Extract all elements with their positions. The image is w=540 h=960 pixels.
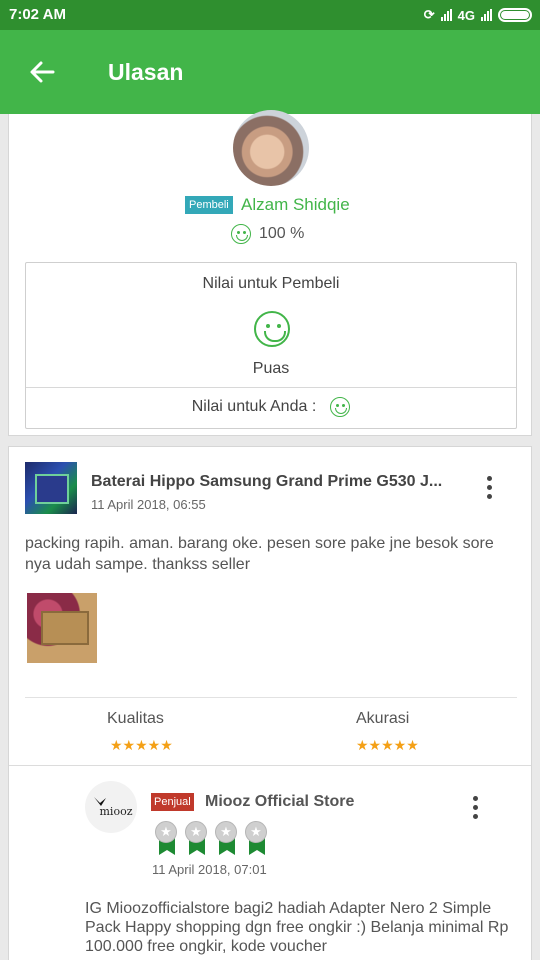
status-bar: 7:02 AM ⟳ 4G: [0, 0, 540, 30]
medal-icon: ★: [185, 821, 209, 855]
review-text: packing rapih. aman. barang oke. pesen s…: [25, 535, 494, 573]
more-vert-icon: [486, 475, 492, 481]
divider: [9, 765, 531, 766]
battery-icon: [498, 8, 532, 22]
rating-title: Nilai untuk Pembeli: [202, 275, 340, 292]
quality-label: Kualitas: [107, 710, 164, 727]
buyer-name[interactable]: Alzam Shidqie: [241, 195, 350, 215]
page-title: Ulasan: [108, 59, 184, 85]
back-button[interactable]: [24, 54, 60, 90]
status-icons: ⟳ 4G: [424, 5, 532, 25]
network-type: 4G: [457, 7, 475, 23]
reply-text: IG Mioozofficialstore bagi2 hadiah Adapt…: [85, 900, 509, 955]
signal-icon-2: [481, 9, 492, 21]
rating-box: Nilai untuk Pembeli Puas Nilai untuk And…: [25, 262, 517, 429]
your-rating: Nilai untuk Anda :: [26, 397, 516, 417]
satisfied-smiley-icon: [254, 311, 290, 352]
review-photo[interactable]: [27, 593, 97, 663]
divider: [25, 697, 517, 698]
seller-logo[interactable]: miooz: [85, 781, 137, 833]
accuracy-label: Akurasi: [356, 710, 410, 727]
medal-icon: ★: [155, 821, 179, 855]
status-time: 7:02 AM: [9, 6, 66, 23]
review-card: Baterai Hippo Samsung Grand Prime G530 J…: [8, 446, 532, 960]
product-thumbnail[interactable]: [25, 462, 77, 514]
signal-icon: [440, 9, 452, 21]
medal-icon: ★: [215, 821, 239, 855]
buyer-badge: Pembeli: [185, 196, 233, 214]
seller-badge: Penjual: [151, 793, 194, 811]
seller-name[interactable]: Miooz Official Store: [205, 793, 354, 811]
arrow-left-icon: [30, 61, 55, 83]
accuracy-stars: ★★★★★: [356, 737, 419, 753]
medal-icon: ★: [245, 821, 269, 855]
reply-date: 11 April 2018, 07:01: [152, 862, 267, 877]
product-name[interactable]: Baterai Hippo Samsung Grand Prime G530 J…: [91, 473, 467, 491]
your-rating-label: Nilai untuk Anda :: [191, 398, 317, 415]
seller-medals: ★ ★ ★ ★: [155, 821, 269, 855]
buyer-reputation: 100 %: [231, 224, 304, 244]
reply-menu-button[interactable]: [463, 791, 487, 823]
bird-logo-icon: [94, 797, 106, 806]
review-date: 11 April 2018, 06:55: [91, 497, 206, 512]
smiley-icon: [231, 224, 251, 244]
quality-stars: ★★★★★: [110, 737, 173, 753]
divider: [26, 387, 516, 388]
rating-value: Puas: [252, 360, 290, 377]
buyer-card: Pembeli Alzam Shidqie 100 % Nilai untuk …: [8, 110, 532, 436]
reputation-value: 100 %: [259, 225, 305, 242]
review-menu-button[interactable]: [477, 471, 501, 503]
smiley-icon: [330, 397, 351, 417]
more-vert-icon: [472, 795, 478, 801]
app-bar: Ulasan: [0, 30, 540, 114]
buyer-avatar[interactable]: [233, 110, 309, 186]
sync-icon: ⟳: [423, 7, 435, 22]
